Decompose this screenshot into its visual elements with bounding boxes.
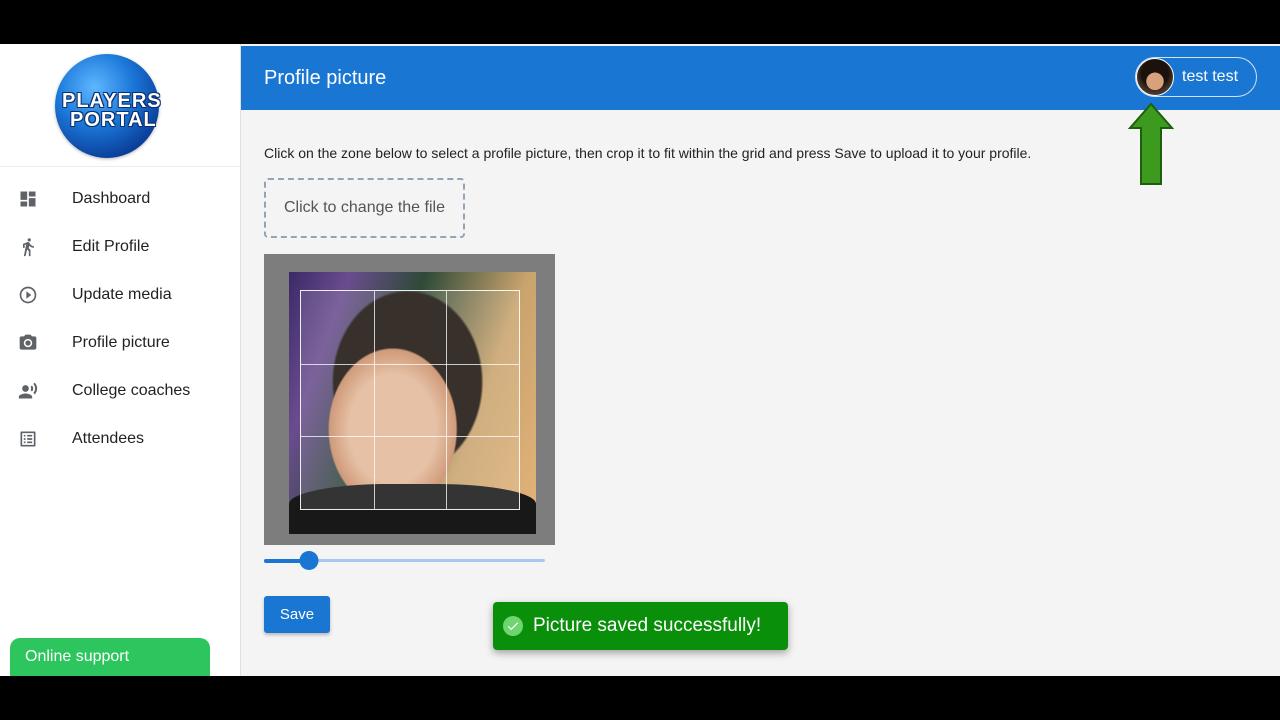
sidebar-item-dashboard[interactable]: Dashboard	[0, 175, 240, 223]
sidebar-item-label: Profile picture	[72, 334, 170, 351]
sidebar-item-college-coaches[interactable]: College coaches	[0, 367, 240, 415]
page-title: Profile picture	[264, 67, 387, 89]
running-person-icon	[18, 237, 38, 257]
sidebar-item-update-media[interactable]: Update media	[0, 271, 240, 319]
save-button[interactable]: Save	[264, 596, 330, 633]
file-select-zone[interactable]: Click to change the file	[264, 178, 465, 238]
sidebar-item-profile-picture[interactable]: Profile picture	[0, 319, 240, 367]
top-app-bar: Profile picture test test	[241, 46, 1280, 110]
instructions-text: Click on the zone below to select a prof…	[264, 145, 1032, 161]
crop-selection-box[interactable]	[300, 290, 520, 510]
sidebar-item-label: Dashboard	[72, 190, 151, 207]
sidebar: PLAYERS PORTAL Dashboard Edit Profile Up…	[0, 44, 241, 676]
user-menu-chip[interactable]: test test	[1135, 57, 1257, 97]
app-window: PLAYERS PORTAL Dashboard Edit Profile Up…	[0, 44, 1280, 676]
record-voice-icon	[18, 381, 38, 401]
camera-icon	[18, 333, 38, 353]
sidebar-item-edit-profile[interactable]: Edit Profile	[0, 223, 240, 271]
sidebar-item-attendees[interactable]: Attendees	[0, 415, 240, 463]
online-support-button[interactable]: Online support	[10, 638, 210, 676]
crop-grid-line	[373, 291, 375, 509]
sidebar-item-label: Update media	[72, 286, 172, 303]
zoom-slider[interactable]	[264, 550, 545, 570]
crop-grid-line	[301, 363, 519, 365]
sidebar-item-label: Edit Profile	[72, 238, 150, 255]
sidebar-nav: Dashboard Edit Profile Update media Prof…	[0, 167, 240, 463]
avatar	[1136, 58, 1174, 96]
check-circle-icon	[503, 616, 523, 636]
crop-grid-line	[446, 291, 448, 509]
arrow-up-icon	[1128, 102, 1174, 185]
success-toast: Picture saved successfully!	[493, 602, 788, 650]
logo-area: PLAYERS PORTAL	[0, 44, 240, 167]
logo-line-2: PORTAL	[70, 109, 157, 131]
toast-message: Picture saved successfully!	[533, 615, 762, 636]
logo-text: PLAYERS PORTAL	[62, 91, 192, 131]
image-cropper[interactable]	[264, 254, 555, 545]
sidebar-item-label: Attendees	[72, 430, 145, 447]
crop-grid-line	[301, 436, 519, 438]
zoom-slider-thumb[interactable]	[299, 551, 319, 570]
sidebar-item-label: College coaches	[72, 382, 191, 399]
list-icon	[18, 429, 38, 449]
user-name: test test	[1182, 68, 1239, 85]
play-circle-icon	[18, 285, 38, 305]
dashboard-icon	[18, 189, 38, 209]
